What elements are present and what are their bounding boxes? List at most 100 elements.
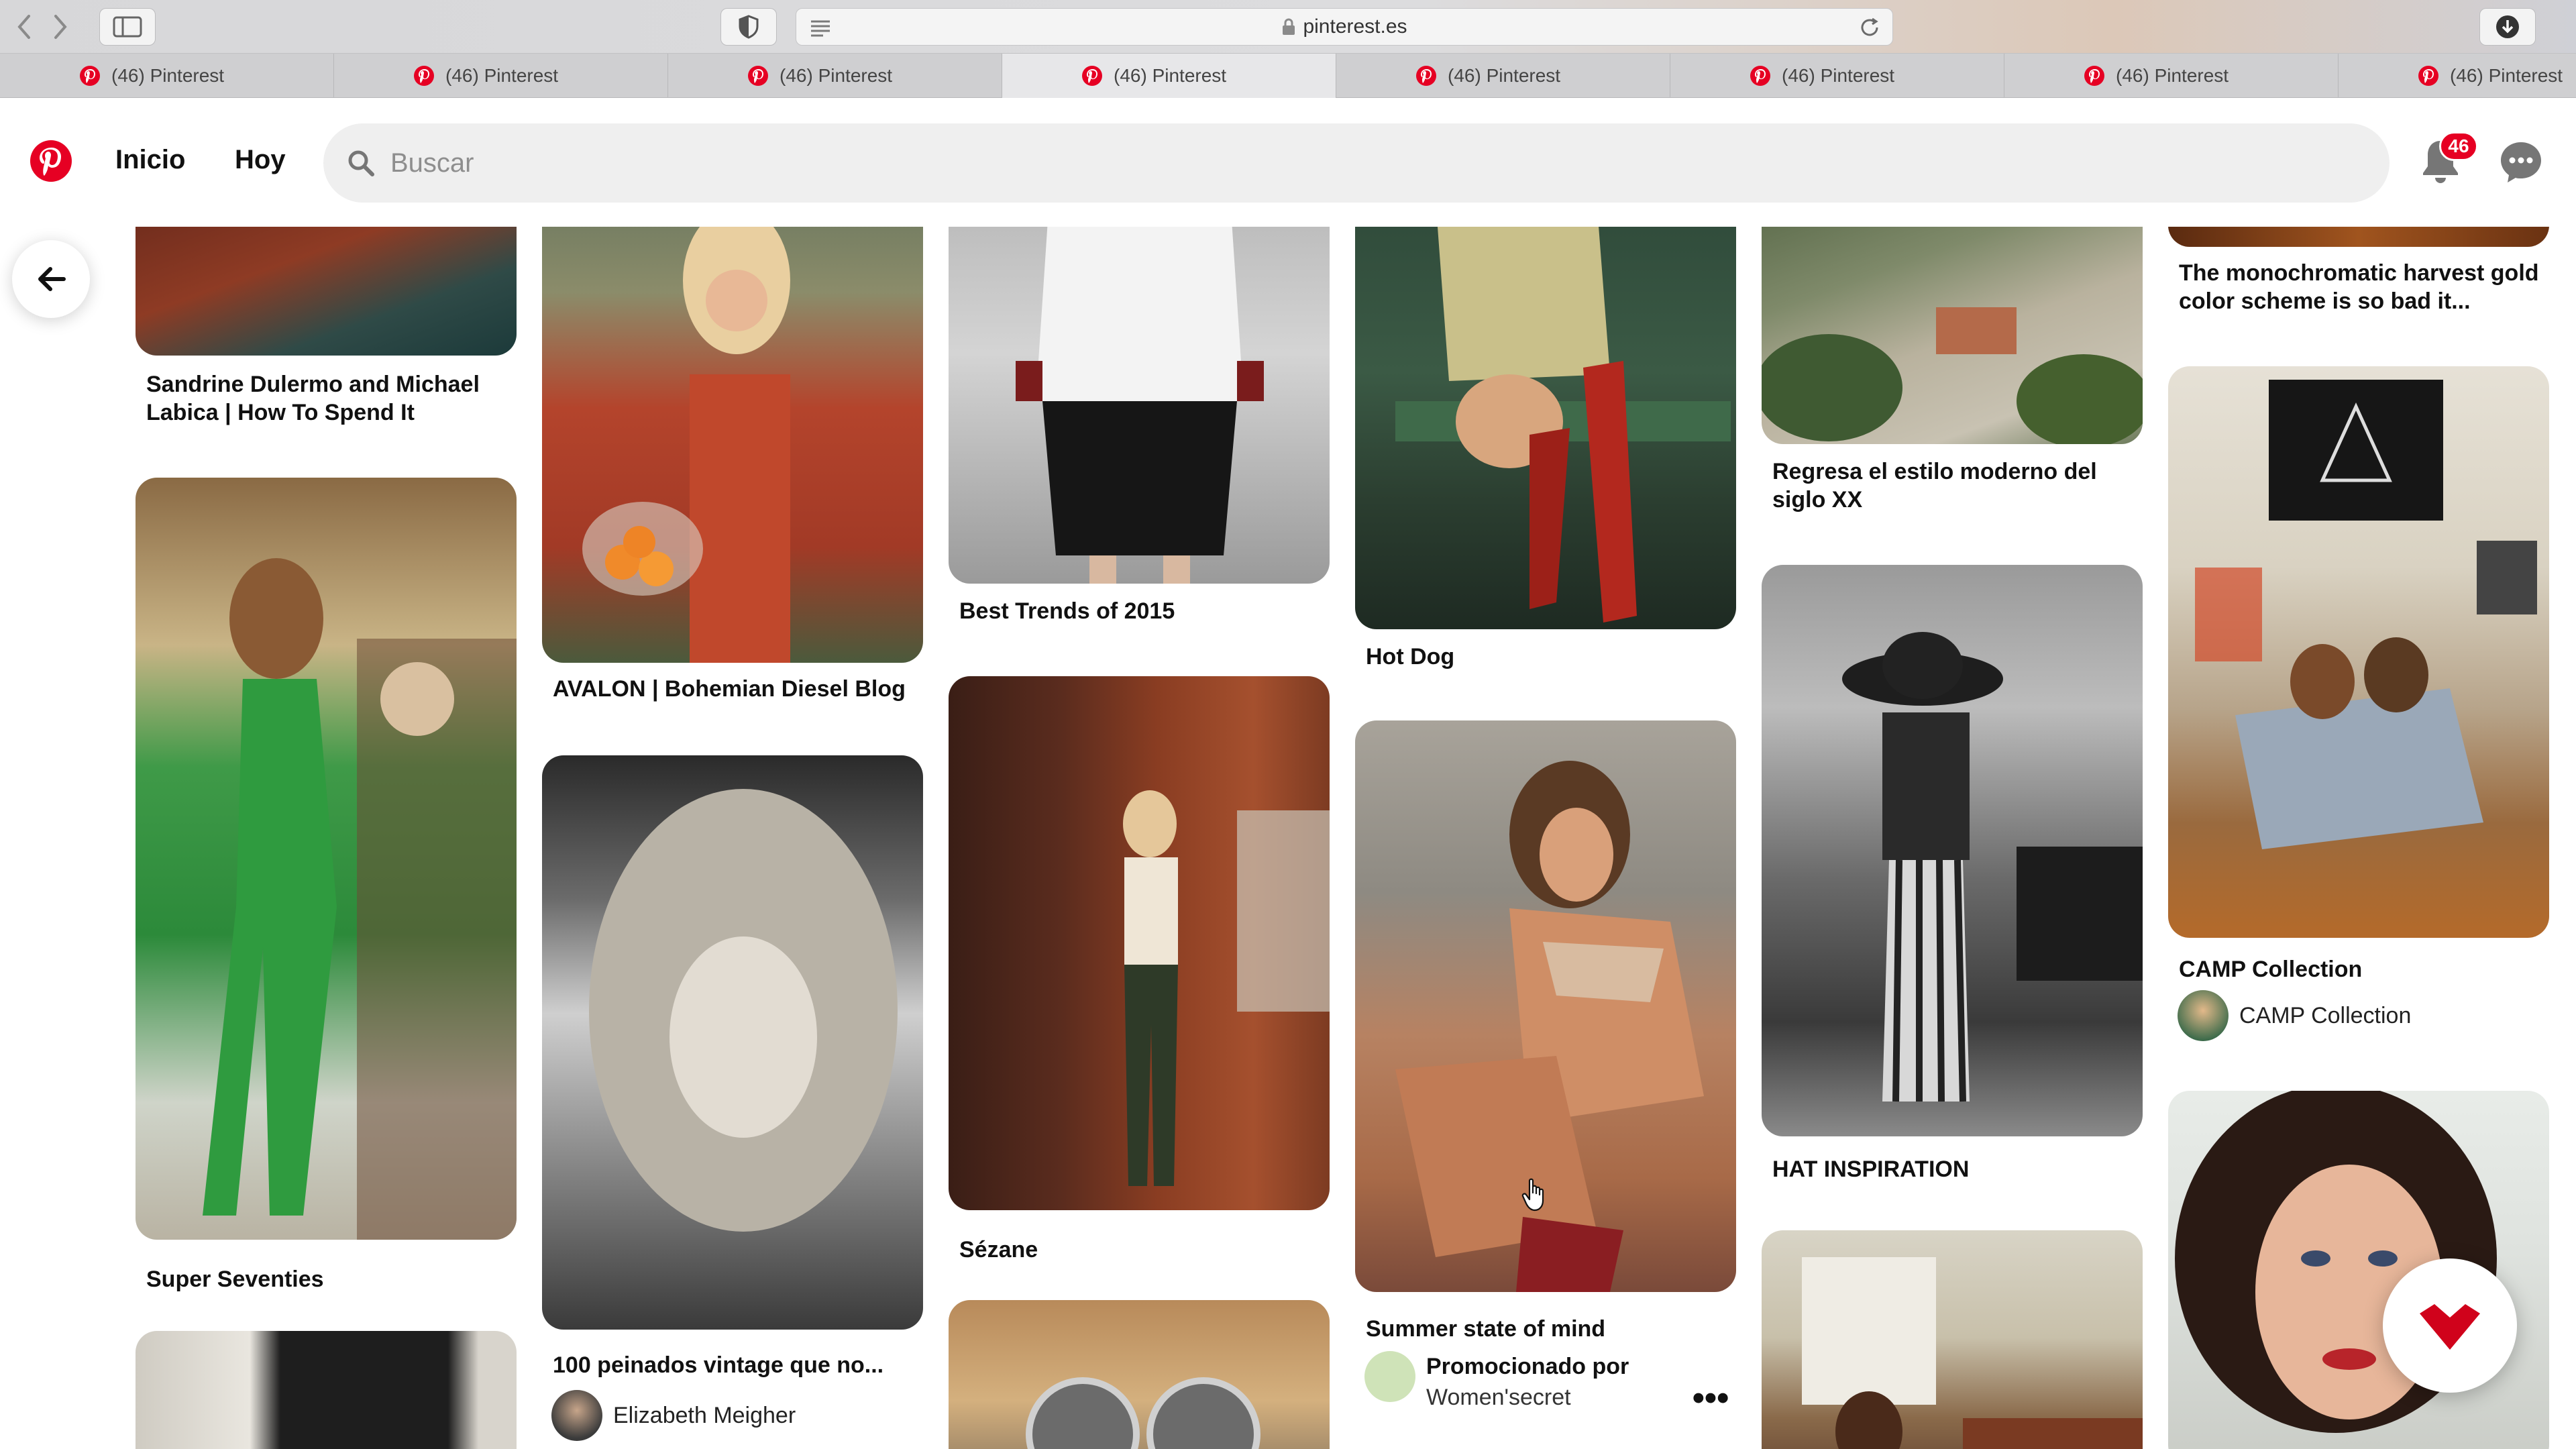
tab-label: (46) Pinterest <box>780 65 893 86</box>
pin-creator[interactable]: CAMP Collection <box>2178 990 2411 1041</box>
pin-image[interactable] <box>542 755 923 1330</box>
chevron-left-icon <box>17 15 30 39</box>
pin-image[interactable] <box>542 227 923 663</box>
pinterest-favicon-icon <box>2084 66 2104 86</box>
pin-illustration <box>1026 1377 1260 1449</box>
pinterest-logo-icon[interactable] <box>30 140 72 182</box>
tab-label: (46) Pinterest <box>1114 65 1227 86</box>
pin-title[interactable]: Best Trends of 2015 <box>959 597 1322 625</box>
pin-illustration <box>582 227 790 663</box>
privacy-report-button[interactable] <box>720 8 777 46</box>
pinterest-favicon-icon <box>1082 66 1102 86</box>
pin-image[interactable] <box>136 227 517 356</box>
pin-title[interactable]: Super Seventies <box>146 1265 508 1293</box>
pin-title[interactable]: 100 peinados vintage que no... <box>553 1351 915 1379</box>
pin-image[interactable] <box>1762 227 2143 444</box>
browser-tab[interactable]: (46) Pinterest <box>1336 54 1670 98</box>
downloads-button[interactable] <box>2479 8 2536 46</box>
pin-promoter[interactable]: Promocionado por Women'secret <box>1364 1351 1629 1413</box>
pin-illustration <box>1123 790 1330 1186</box>
sidebar-icon <box>113 16 142 38</box>
search-bar[interactable] <box>323 123 2390 203</box>
pin-title[interactable]: The monochromatic harvest gold color sch… <box>2179 259 2541 315</box>
pin-image[interactable] <box>2168 366 2549 938</box>
tab-label: (46) Pinterest <box>111 65 225 86</box>
arrow-left-icon <box>38 267 66 291</box>
avatar <box>2178 990 2229 1041</box>
messages-icon[interactable] <box>2497 138 2545 186</box>
pin-title[interactable]: Hot Dog <box>1366 643 1728 671</box>
pin-image[interactable] <box>136 1331 517 1449</box>
sidebar-toggle-button[interactable] <box>99 8 156 46</box>
pin-title[interactable]: CAMP Collection <box>2179 955 2541 983</box>
tab-label: (46) Pinterest <box>445 65 559 86</box>
browser-tab[interactable]: (46) Pinterest <box>2339 54 2576 98</box>
pin-title[interactable]: AVALON | Bohemian Diesel Blog <box>553 675 915 703</box>
pinterest-favicon-icon <box>1416 66 1436 86</box>
avatar <box>1364 1351 1415 1402</box>
back-fab-button[interactable] <box>12 240 90 318</box>
promoter-name: Women'secret <box>1426 1385 1571 1410</box>
browser-tab[interactable]: (46) Pinterest <box>668 54 1002 98</box>
pin-title[interactable]: Summer state of mind <box>1366 1315 1728 1343</box>
pin-illustration <box>203 558 517 1240</box>
forward-button[interactable] <box>43 8 78 46</box>
pinterest-header: Inicio Hoy 46 <box>0 98 2576 227</box>
url-text: pinterest.es <box>1303 15 1407 38</box>
cursor-hand-icon <box>1521 1178 1544 1212</box>
help-fab-button[interactable] <box>2383 1258 2517 1393</box>
pin-image[interactable] <box>2168 1091 2549 1449</box>
reload-icon[interactable] <box>1858 15 1882 40</box>
pin-image[interactable] <box>1355 227 1736 629</box>
download-icon <box>2496 15 2519 38</box>
browser-tab[interactable]: (46) Pinterest <box>1670 54 2004 98</box>
pin-image[interactable] <box>1762 565 2143 1136</box>
pin-image[interactable] <box>136 478 517 1240</box>
promoted-label: Promocionado por <box>1426 1354 1629 1379</box>
pin-illustration <box>1762 307 2143 444</box>
creator-name: Elizabeth Meigher <box>613 1402 796 1428</box>
pinterest-favicon-icon <box>748 66 768 86</box>
nav-today-link[interactable]: Hoy <box>235 145 286 175</box>
search-input[interactable] <box>390 148 2269 178</box>
search-icon <box>348 150 374 176</box>
pin-illustration <box>1802 1257 2143 1449</box>
pin-creator[interactable]: Elizabeth Meigher <box>551 1390 796 1441</box>
browser-tab[interactable]: (46) Pinterest <box>334 54 668 98</box>
pin-illustration <box>1842 632 2143 1102</box>
pin-title[interactable]: Sézane <box>959 1236 1322 1264</box>
pinterest-favicon-icon <box>80 66 100 86</box>
pinterest-favicon-icon <box>414 66 434 86</box>
back-button[interactable] <box>7 8 42 46</box>
chevron-right-icon <box>54 15 67 39</box>
pin-image[interactable] <box>949 676 1330 1210</box>
pin-title[interactable]: Regresa el estilo moderno del siglo XX <box>1772 458 2135 514</box>
more-options-icon[interactable]: ••• <box>1690 1381 1731 1418</box>
pin-feed: Sandrine Dulermo and Michael Labica | Ho… <box>0 227 2576 1449</box>
pin-illustration <box>1395 227 1731 623</box>
browser-tab[interactable]: (46) Pinterest <box>0 54 334 98</box>
heart-icon <box>2420 1304 2480 1350</box>
pin-illustration <box>1016 227 1264 584</box>
tab-label: (46) Pinterest <box>1448 65 1561 86</box>
browser-toolbar: pinterest.es <box>0 0 2576 54</box>
pin-title[interactable]: HAT INSPIRATION <box>1772 1155 2135 1183</box>
shield-icon <box>739 15 759 39</box>
pin-illustration <box>589 789 898 1232</box>
tab-label: (46) Pinterest <box>1782 65 1895 86</box>
tab-bar: (46) Pinterest (46) Pinterest (46) Pintere… <box>0 54 2576 98</box>
tab-label: (46) Pinterest <box>2116 65 2229 86</box>
pin-image[interactable] <box>2168 227 2549 247</box>
browser-tab[interactable]: (46) Pinterest <box>1002 54 1336 98</box>
pin-title[interactable]: Sandrine Dulermo and Michael Labica | Ho… <box>146 370 508 427</box>
lock-icon <box>1283 18 1295 35</box>
pin-image[interactable] <box>1762 1230 2143 1449</box>
pin-illustration <box>2195 380 2537 849</box>
nav-home-link[interactable]: Inicio <box>115 145 185 175</box>
reader-icon[interactable] <box>808 15 833 40</box>
address-bar[interactable]: pinterest.es <box>796 8 1893 46</box>
pin-image[interactable] <box>949 227 1330 584</box>
browser-tab[interactable]: (46) Pinterest <box>2004 54 2339 98</box>
pin-image[interactable] <box>949 1300 1330 1449</box>
notification-badge: 46 <box>2439 131 2478 161</box>
